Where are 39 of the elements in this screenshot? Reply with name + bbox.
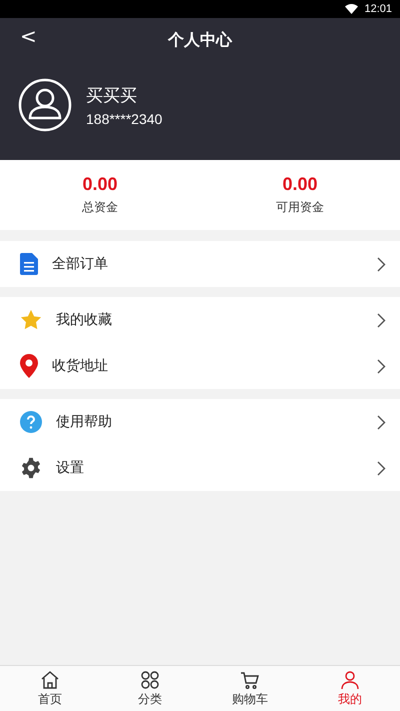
avatar-icon — [18, 78, 72, 132]
phone-number: 188****2340 — [86, 110, 162, 126]
chevron-right-icon — [377, 256, 386, 272]
menu-item-label: 收货地址 — [52, 357, 109, 375]
menu-item-label: 使用帮助 — [56, 413, 113, 431]
tab[interactable]: 分类 — [100, 666, 200, 711]
document-icon — [20, 253, 38, 275]
menu-item[interactable]: 使用帮助 — [0, 399, 400, 445]
menu-item[interactable]: 我的收藏 — [0, 297, 400, 343]
balance-amount: 0.00 — [82, 174, 118, 195]
balance-amount: 0.00 — [282, 174, 318, 195]
settings-icon — [20, 457, 42, 479]
menu-item-label: 设置 — [56, 459, 85, 477]
user-name: 买买买 — [86, 84, 138, 106]
star-icon — [20, 309, 42, 331]
cart-icon — [240, 670, 260, 690]
help-icon — [20, 411, 42, 433]
chevron-right-icon — [377, 358, 386, 374]
user-icon — [340, 670, 360, 690]
menu-item[interactable]: 收货地址 — [0, 343, 400, 389]
chevron-right-icon — [377, 312, 386, 328]
balance-label: 可用资金 — [276, 199, 324, 216]
back-button[interactable]: < — [14, 22, 43, 50]
location-pin-icon — [20, 354, 38, 378]
grid-icon — [140, 670, 160, 690]
menu-item-label: 我的收藏 — [56, 311, 113, 329]
page-title: 个人中心 — [168, 30, 232, 50]
menu-item[interactable]: 全部订单 — [0, 241, 400, 287]
chevron-right-icon — [377, 414, 386, 430]
home-icon — [40, 670, 60, 690]
chevron-right-icon — [377, 460, 386, 476]
tab[interactable]: 购物车 — [200, 666, 300, 711]
status-time: 12:01 — [364, 3, 392, 15]
menu-item-label: 全部订单 — [52, 255, 109, 273]
balance-label: 总资金 — [82, 199, 118, 216]
wifi-icon — [345, 4, 358, 14]
menu-item[interactable]: 设置 — [0, 445, 400, 491]
tab[interactable]: 我的 — [300, 666, 400, 711]
tab[interactable]: 首页 — [0, 666, 100, 711]
